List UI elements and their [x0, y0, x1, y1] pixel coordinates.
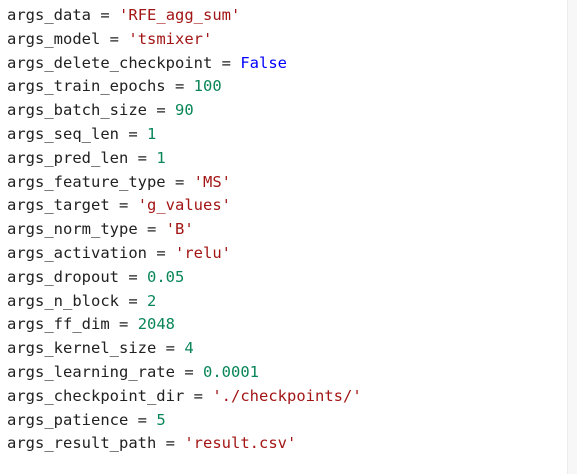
code-line-args-data: args_data = 'RFE_agg_sum' — [7, 4, 362, 28]
assign-operator: = — [165, 339, 175, 358]
code-line-args-ff-dim: args_ff_dim = 2048 — [7, 313, 362, 337]
variable-value: 0.05 — [147, 267, 185, 286]
code-line-args-patience: args_patience = 5 — [7, 409, 362, 433]
variable-value: 'g_values' — [137, 196, 232, 215]
variable-value: 5 — [156, 410, 166, 429]
assign-operator: = — [174, 77, 185, 96]
assign-operator: = — [119, 315, 129, 334]
variable-name: args_seq_len — [7, 124, 119, 143]
assign-operator: = — [128, 291, 138, 310]
variable-value: False — [240, 53, 288, 72]
variable-name: args_n_block — [7, 291, 119, 310]
assign-operator: = — [128, 124, 138, 143]
variable-name: args_delete_checkpoint — [7, 53, 213, 72]
variable-value: 'MS' — [193, 172, 231, 191]
assign-operator: = — [147, 220, 157, 239]
variable-name: args_kernel_size — [7, 339, 157, 358]
code-line-args-seq-len: args_seq_len = 1 — [7, 123, 362, 147]
variable-value: 'result.csv' — [184, 434, 297, 453]
code-line-args-target: args_target = 'g_values' — [7, 194, 362, 218]
variable-name: args_pred_len — [7, 148, 129, 167]
assign-operator: = — [221, 53, 231, 72]
variable-name: args_model — [7, 29, 101, 48]
assign-operator: = — [137, 410, 148, 429]
code-line-args-feature-type: args_feature_type = 'MS' — [7, 171, 362, 195]
code-line-args-n-block: args_n_block = 2 — [7, 290, 362, 314]
variable-name: args_patience — [7, 410, 129, 429]
variable-value: 2 — [147, 291, 157, 310]
code-line-args-pred-len: args_pred_len = 1 — [7, 147, 362, 171]
code-line-args-checkpoint-dir: args_checkpoint_dir = './checkpoints/' — [7, 385, 362, 409]
code-line-args-delete-checkpoint: args_delete_checkpoint = False — [7, 52, 362, 76]
variable-value: 'RFE_agg_sum' — [119, 6, 241, 24]
code-line-args-kernel-size: args_kernel_size = 4 — [7, 337, 362, 361]
code-line-args-train-epochs: args_train_epochs = 100 — [7, 75, 362, 99]
code-line-args-learning-rate: args_learning_rate = 0.0001 — [7, 361, 362, 385]
variable-value: 1 — [147, 124, 157, 143]
assign-operator: = — [174, 172, 185, 191]
variable-value: 100 — [193, 77, 222, 96]
variable-name: args_activation — [7, 243, 147, 262]
assign-operator: = — [156, 101, 166, 120]
variable-name: args_ff_dim — [7, 315, 110, 334]
variable-value: 0.0001 — [203, 362, 260, 381]
variable-name: args_checkpoint_dir — [7, 386, 185, 405]
variable-name: args_target — [7, 196, 110, 215]
variable-name: args_result_path — [7, 434, 157, 453]
variable-value: 1 — [156, 148, 166, 167]
variable-value: './checkpoints/' — [212, 386, 362, 405]
assign-operator: = — [156, 243, 166, 262]
assign-operator: = — [137, 148, 148, 167]
code-line-args-result-path: args_result_path = 'result.csv' — [7, 432, 362, 456]
variable-name: args_learning_rate — [7, 362, 175, 381]
variable-name: args_norm_type — [7, 220, 138, 239]
code-line-args-batch-size: args_batch_size = 90 — [7, 99, 362, 123]
variable-value: 90 — [175, 101, 194, 120]
code-line-args-dropout: args_dropout = 0.05 — [7, 266, 362, 290]
assign-operator: = — [165, 434, 175, 453]
variable-value: 2048 — [137, 315, 176, 334]
code-block[interactable]: args_data = 'RFE_agg_sum' args_model = 't… — [7, 4, 362, 456]
assign-operator: = — [128, 267, 138, 286]
variable-name: args_feature_type — [7, 172, 166, 191]
variable-value: 'B' — [165, 220, 194, 239]
variable-name: args_dropout — [7, 267, 119, 286]
code-line-args-model: args_model = 'tsmixer' — [7, 28, 362, 52]
assign-operator: = — [119, 196, 129, 215]
code-editor[interactable]: args_data = 'RFE_agg_sum' args_model = 't… — [0, 0, 577, 474]
variable-value: 4 — [184, 339, 194, 358]
code-line-args-activation: args_activation = 'relu' — [7, 242, 362, 266]
variable-name: args_batch_size — [7, 101, 147, 120]
assign-operator: = — [193, 386, 203, 405]
variable-name: args_data — [7, 6, 91, 24]
code-line-args-norm-type: args_norm_type = 'B' — [7, 218, 362, 242]
vertical-scrollbar[interactable] — [567, 0, 577, 474]
variable-value: 'relu' — [175, 243, 232, 262]
assign-operator: = — [100, 6, 110, 24]
assign-operator: = — [109, 29, 120, 48]
variable-value: 'tsmixer' — [128, 29, 213, 48]
variable-name: args_train_epochs — [7, 77, 166, 96]
assign-operator: = — [184, 362, 194, 381]
